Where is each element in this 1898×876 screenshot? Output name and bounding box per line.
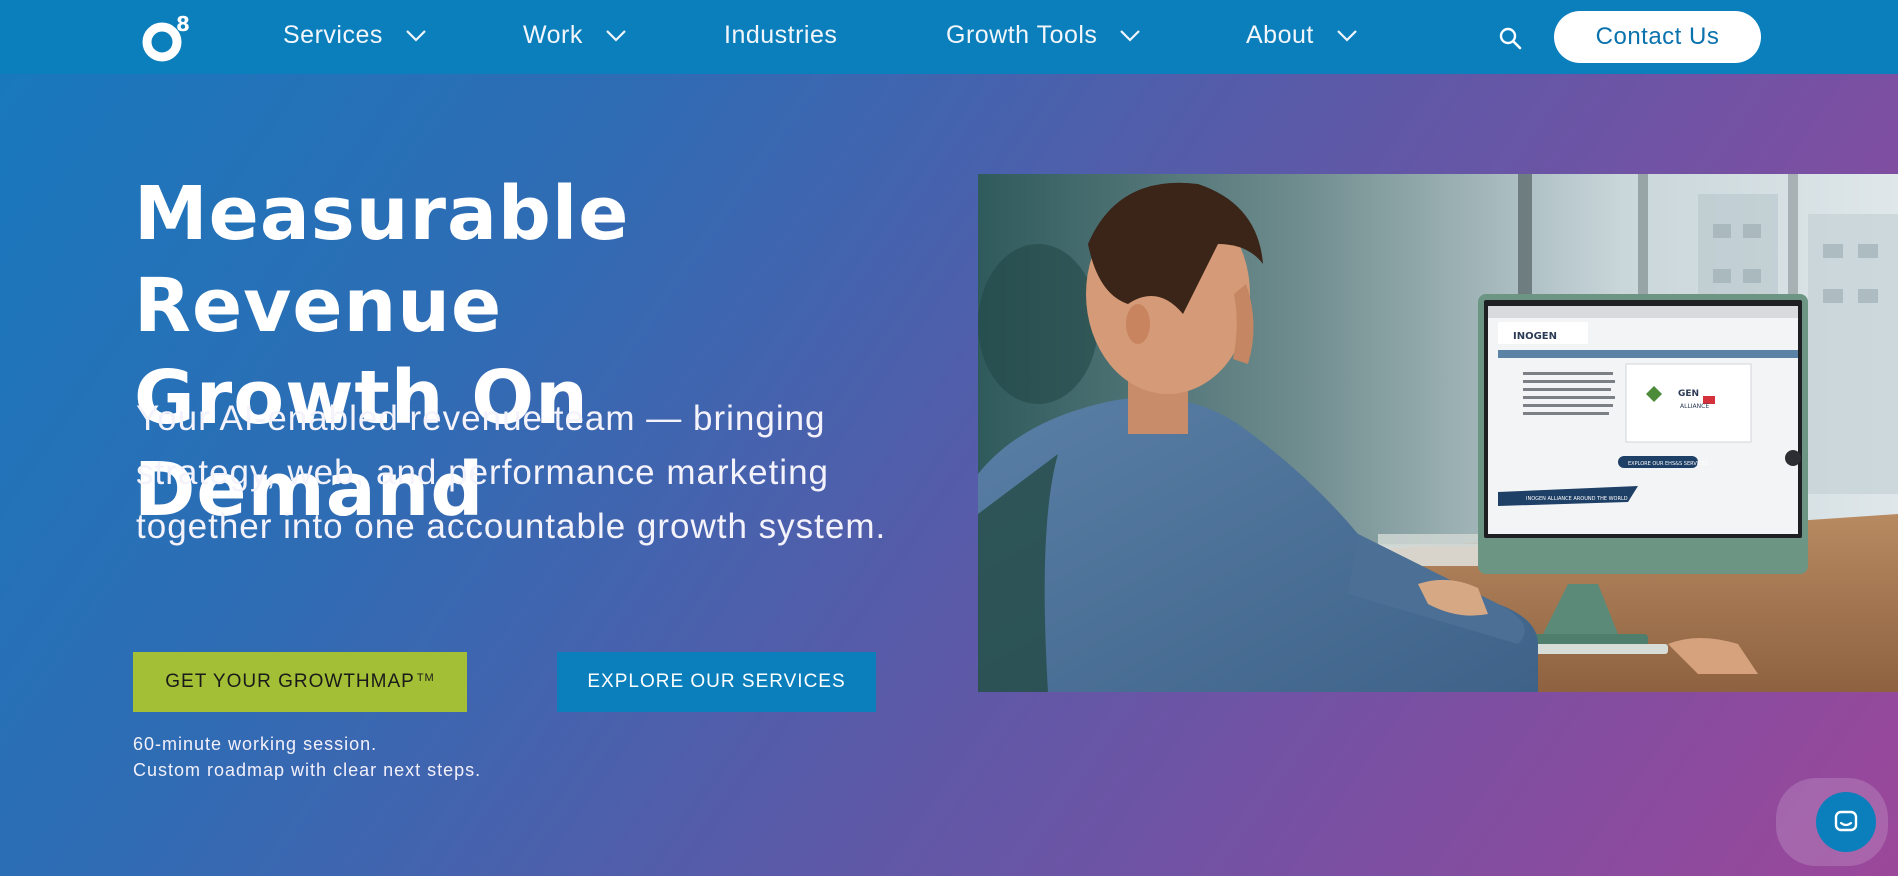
- nav-growth-tools-label: Growth Tools: [946, 20, 1098, 49]
- trademark-mark: TM: [416, 672, 435, 684]
- screen-logo: INOGEN: [1513, 331, 1557, 342]
- nav-services-label: Services: [283, 20, 383, 49]
- nav-work[interactable]: Work: [523, 18, 627, 52]
- contact-us-button[interactable]: Contact Us: [1554, 11, 1761, 63]
- nav-about-label: About: [1246, 20, 1314, 49]
- get-growthmap-button[interactable]: GET YOUR GROWTHMAP TM: [133, 652, 467, 712]
- top-navigation-bar: 8 Services Work Industries Growth Tools …: [0, 0, 1898, 74]
- nav-services[interactable]: Services: [283, 18, 427, 52]
- nav-work-label: Work: [523, 20, 583, 49]
- roadmap-note: Custom roadmap with clear next steps.: [133, 760, 482, 780]
- chevron-down-icon: [606, 30, 626, 42]
- session-note: 60-minute working session.: [133, 734, 378, 754]
- man-at-computer-illustration: INOGEN GEN ALLIANCE EXPLORE OUR EHS&S SE…: [978, 174, 1898, 692]
- nav-industries-label: Industries: [724, 20, 838, 49]
- chevron-down-icon: [1120, 30, 1141, 42]
- nav-growth-tools[interactable]: Growth Tools: [946, 18, 1141, 52]
- nav-about[interactable]: About: [1246, 18, 1358, 52]
- chat-launcher-button[interactable]: [1816, 792, 1876, 852]
- screen-button-text: EXPLORE OUR EHS&S SERVICES: [1628, 461, 1708, 467]
- hero-subtext: Your AI-enabled revenue team — bringing …: [136, 399, 887, 546]
- explore-services-button[interactable]: EXPLORE OUR SERVICES: [557, 652, 876, 712]
- get-growthmap-label: GET YOUR GROWTHMAP: [165, 671, 415, 692]
- chevron-down-icon: [1337, 30, 1357, 42]
- svg-text:GEN: GEN: [1678, 389, 1699, 399]
- screen-logo-sub: ALLIANCE: [1680, 403, 1709, 410]
- hero-image: INOGEN GEN ALLIANCE EXPLORE OUR EHS&S SE…: [978, 174, 1898, 692]
- screen-banner-text: INOGEN ALLIANCE AROUND THE WORLD: [1526, 496, 1628, 502]
- chat-icon: [1834, 810, 1858, 832]
- o8-logo[interactable]: 8: [138, 12, 200, 62]
- nav-industries[interactable]: Industries: [724, 18, 837, 52]
- svg-text:8: 8: [176, 12, 190, 36]
- search-icon[interactable]: [1498, 26, 1522, 50]
- chevron-down-icon: [406, 30, 426, 42]
- hero-headline-line1: Measurable Revenue: [134, 171, 630, 349]
